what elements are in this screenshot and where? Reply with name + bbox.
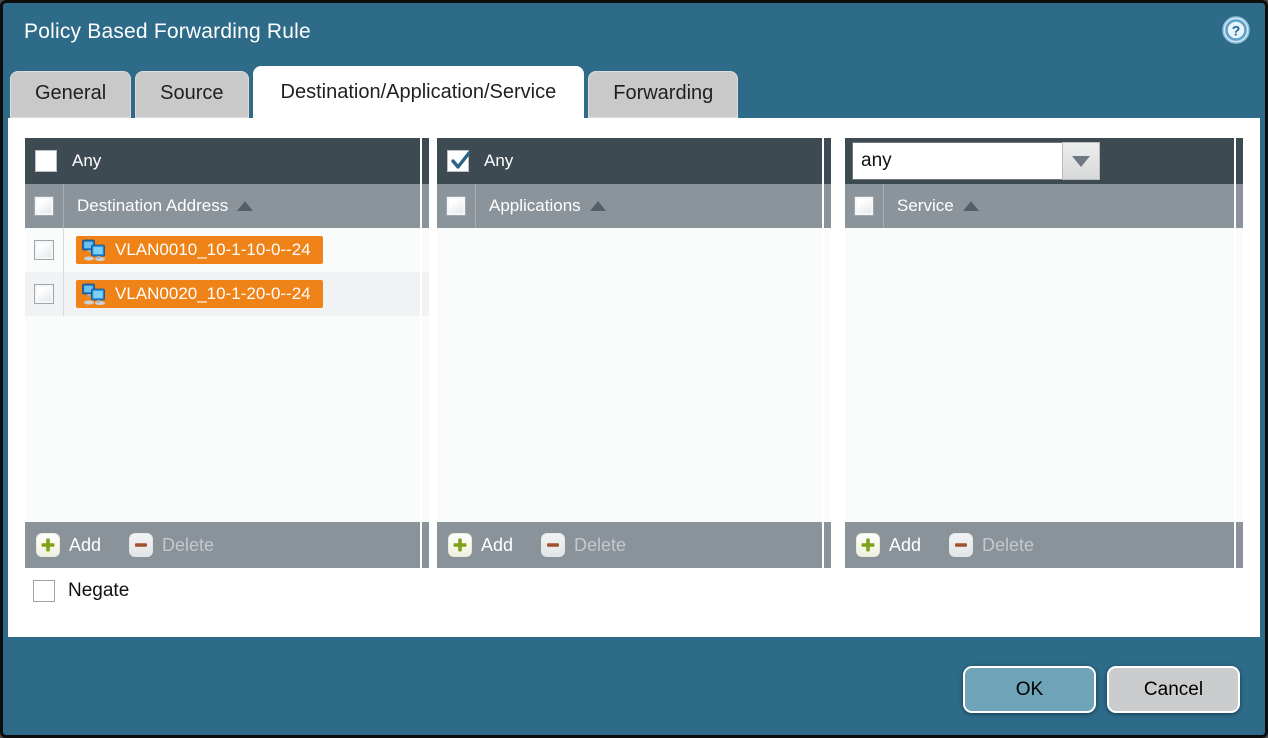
add-plus-icon [36, 533, 60, 557]
destination-header-label[interactable]: Destination Address [77, 196, 228, 216]
help-icon[interactable]: ? [1221, 15, 1251, 45]
applications-select-all-checkbox[interactable] [446, 196, 466, 216]
tab-destination-application-service[interactable]: Destination/Application/Service [253, 66, 585, 118]
applications-any-bar: Any [437, 138, 831, 184]
row-checkbox[interactable] [34, 284, 54, 304]
network-computers-icon [81, 283, 108, 305]
negate-label: Negate [68, 580, 129, 602]
delete-button[interactable]: Delete [949, 533, 1034, 557]
address-object-chip[interactable]: VLAN0010_10-1-10-0--24 [76, 236, 323, 264]
chevron-down-icon [1072, 156, 1090, 167]
service-header-label[interactable]: Service [897, 196, 954, 216]
applications-any-label: Any [484, 151, 513, 171]
address-object-label: VLAN0020_10-1-20-0--24 [115, 284, 311, 304]
service-select-all-checkbox[interactable] [854, 196, 874, 216]
destination-any-label: Any [72, 151, 101, 171]
negate-option: Negate [33, 580, 129, 602]
network-computers-icon [81, 239, 108, 261]
delete-minus-icon [129, 533, 153, 557]
applications-footer-bar: Add Delete [437, 522, 831, 568]
address-object-label: VLAN0010_10-1-10-0--24 [115, 240, 311, 260]
tab-general[interactable]: General [10, 71, 131, 118]
cancel-button[interactable]: Cancel [1107, 666, 1240, 713]
delete-button[interactable]: Delete [541, 533, 626, 557]
service-list [845, 228, 1243, 522]
applications-column-header: Applications [437, 184, 831, 228]
delete-minus-icon [949, 533, 973, 557]
table-row[interactable]: VLAN0010_10-1-10-0--24 [25, 228, 429, 272]
add-button[interactable]: Add [448, 533, 513, 557]
delete-button-label: Delete [982, 535, 1034, 556]
applications-any-checkbox[interactable] [447, 150, 469, 172]
service-footer-bar: Add Delete [845, 522, 1243, 568]
negate-checkbox[interactable] [33, 580, 55, 602]
destination-select-all-checkbox[interactable] [34, 196, 54, 216]
service-combobox-input[interactable] [852, 142, 1062, 180]
address-object-chip[interactable]: VLAN0020_10-1-20-0--24 [76, 280, 323, 308]
service-column-header: Service [845, 184, 1243, 228]
delete-button-label: Delete [162, 535, 214, 556]
add-button[interactable]: Add [36, 533, 101, 557]
destination-column-header: Destination Address [25, 184, 429, 228]
service-panel: Service Add Delete [845, 138, 1243, 568]
applications-list [437, 228, 831, 522]
ok-button[interactable]: OK [963, 666, 1096, 713]
add-plus-icon [448, 533, 472, 557]
destination-address-panel: Any Destination Address [25, 138, 429, 568]
applications-panel: Any Applications Add [437, 138, 831, 568]
service-selector-bar [845, 138, 1243, 184]
sort-ascending-icon[interactable] [590, 201, 606, 211]
policy-based-forwarding-rule-dialog: Policy Based Forwarding Rule ? General S… [0, 0, 1268, 738]
tab-bar: General Source Destination/Application/S… [10, 66, 738, 118]
sort-ascending-icon[interactable] [237, 201, 253, 211]
applications-header-label[interactable]: Applications [489, 196, 581, 216]
delete-button-label: Delete [574, 535, 626, 556]
dialog-title: Policy Based Forwarding Rule [24, 20, 311, 44]
destination-any-bar: Any [25, 138, 429, 184]
add-button-label: Add [889, 535, 921, 556]
delete-minus-icon [541, 533, 565, 557]
row-checkbox[interactable] [34, 240, 54, 260]
destination-list: VLAN0010_10-1-10-0--24 [25, 228, 429, 522]
svg-text:?: ? [1232, 23, 1241, 39]
tab-source[interactable]: Source [135, 71, 248, 118]
destination-footer-bar: Add Delete [25, 522, 429, 568]
add-plus-icon [856, 533, 880, 557]
destination-any-checkbox[interactable] [35, 150, 57, 172]
tab-content: Any Destination Address [8, 118, 1260, 637]
add-button-label: Add [69, 535, 101, 556]
delete-button[interactable]: Delete [129, 533, 214, 557]
service-dropdown-button[interactable] [1062, 142, 1100, 180]
tab-forwarding[interactable]: Forwarding [588, 71, 738, 118]
sort-ascending-icon[interactable] [963, 201, 979, 211]
add-button[interactable]: Add [856, 533, 921, 557]
table-row[interactable]: VLAN0020_10-1-20-0--24 [25, 272, 429, 316]
service-combobox [852, 142, 1100, 180]
add-button-label: Add [481, 535, 513, 556]
